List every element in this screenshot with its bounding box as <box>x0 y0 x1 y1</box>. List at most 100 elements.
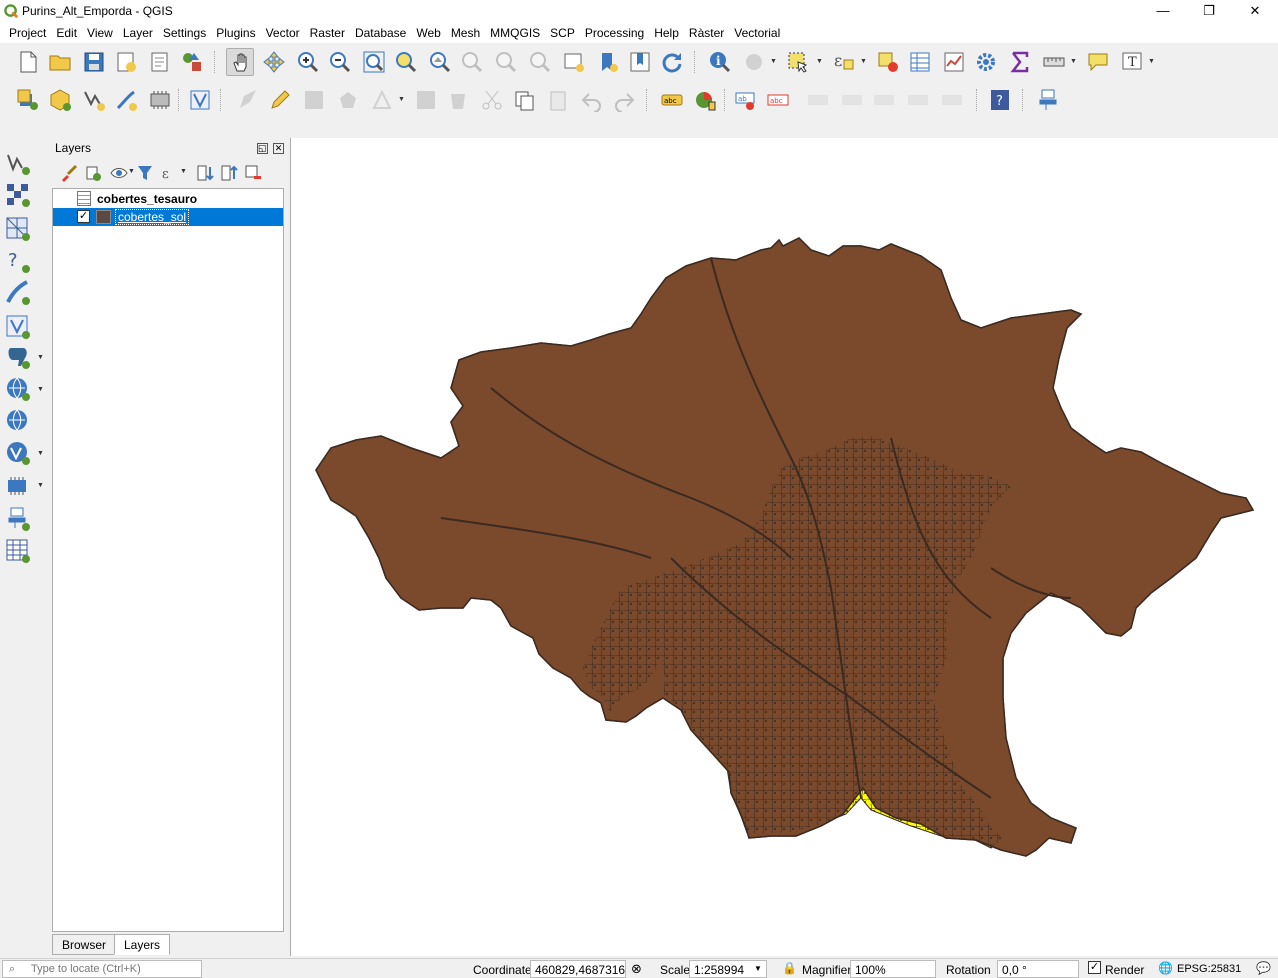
collapse-all-icon[interactable] <box>218 162 240 184</box>
add-postgis-icon[interactable] <box>5 344 35 372</box>
layout-manager-icon[interactable] <box>146 48 174 76</box>
tab-browser[interactable]: Browser <box>52 934 117 955</box>
paste-features-icon[interactable] <box>544 86 572 114</box>
refresh-icon[interactable] <box>658 48 686 76</box>
plugin-tool-icon[interactable] <box>1034 86 1062 114</box>
expand-all-icon[interactable] <box>194 162 216 184</box>
add-raster-layer-icon[interactable] <box>5 182 35 210</box>
menu-mesh[interactable]: Mesh <box>446 23 485 43</box>
pin-unpin-labels-icon[interactable]: abc <box>764 86 792 114</box>
menu-settings[interactable]: Settings <box>158 23 211 43</box>
locator-search-field[interactable]: ⌕ Type to locate (Ctrl+K) <box>2 960 202 978</box>
scale-dropdown-icon[interactable]: ▼ <box>754 964 762 973</box>
add-feature-icon[interactable] <box>334 86 362 114</box>
postgis-dropdown-icon[interactable]: ▼ <box>37 354 44 361</box>
remove-layer-icon[interactable] <box>242 162 264 184</box>
zoom-last-icon[interactable] <box>492 48 520 76</box>
tab-layers[interactable]: Layers <box>114 934 171 955</box>
action-dropdown-icon[interactable]: ▼ <box>770 58 778 66</box>
field-calculator-sum-icon[interactable] <box>1006 48 1034 76</box>
menu-vectorial[interactable]: Vectorial <box>729 23 785 43</box>
menu-web[interactable]: Web <box>411 23 445 43</box>
delete-selected-icon[interactable] <box>444 86 472 114</box>
pan-map-icon[interactable] <box>226 48 254 76</box>
undo-icon[interactable] <box>578 86 606 114</box>
toggle-extents-icon[interactable]: ⊗ <box>631 961 642 977</box>
add-arcgis-layer-icon[interactable] <box>5 506 35 534</box>
highlight-pinned-labels-icon[interactable]: ab <box>732 86 760 114</box>
copy-features-icon[interactable] <box>510 86 538 114</box>
menu-vector[interactable]: Vector <box>261 23 305 43</box>
new-bookmark-icon[interactable] <box>594 48 622 76</box>
label-properties-icon[interactable] <box>938 86 966 114</box>
map-canvas[interactable] <box>290 138 1278 956</box>
style-manager-icon[interactable] <box>178 48 206 76</box>
crs-globe-icon[interactable]: 🌐 <box>1158 961 1173 975</box>
expression-filter-dropdown-icon[interactable]: ▼ <box>180 168 188 176</box>
cut-features-icon[interactable] <box>478 86 506 114</box>
select-dropdown-icon[interactable]: ▼ <box>816 58 824 66</box>
menu-help[interactable]: Help <box>649 23 684 43</box>
map-tips-icon[interactable] <box>1084 48 1112 76</box>
add-mesh-layer-icon[interactable] <box>5 216 35 244</box>
menu-scp[interactable]: SCP <box>545 23 580 43</box>
save-project-icon[interactable] <box>80 48 108 76</box>
zoom-native-icon[interactable] <box>458 48 486 76</box>
annotation-dropdown-icon[interactable]: ▼ <box>1148 58 1156 66</box>
add-spatialite-icon[interactable] <box>5 280 35 308</box>
menu-layer[interactable]: Layer <box>118 23 158 43</box>
expression-dropdown-icon[interactable]: ▼ <box>860 58 868 66</box>
statistical-summary-icon[interactable] <box>940 48 968 76</box>
restore-button[interactable]: ❐ <box>1186 0 1232 23</box>
vertex-dropdown-icon[interactable]: ▼ <box>398 96 406 104</box>
new-virtual-layer-icon[interactable] <box>146 86 174 114</box>
menu-plugins[interactable]: Plugins <box>211 23 260 43</box>
new-geopackage-icon[interactable] <box>46 86 74 114</box>
vertex-tool-icon[interactable] <box>368 86 396 114</box>
add-delimited-text-icon[interactable]: ? <box>5 248 35 276</box>
wcs-dropdown-icon[interactable]: ▼ <box>37 450 44 457</box>
pan-to-selection-icon[interactable] <box>260 48 288 76</box>
zoom-to-selection-icon[interactable] <box>392 48 420 76</box>
add-vector-layer-icon[interactable] <box>5 150 35 178</box>
data-source-manager-icon[interactable] <box>14 86 42 114</box>
filter-by-expression-icon[interactable]: ε <box>158 162 180 184</box>
close-panel-icon[interactable]: ✕ <box>273 143 284 154</box>
filter-legend-icon[interactable] <box>134 162 156 184</box>
new-print-layout-icon[interactable] <box>112 48 140 76</box>
add-group-icon[interactable] <box>82 162 104 184</box>
rotation-spinbox[interactable]: 0,0 ° <box>997 960 1079 978</box>
layer-item-cobertes-tesauro[interactable]: cobertes_tesauro <box>53 190 283 208</box>
measure-line-icon[interactable] <box>1040 48 1068 76</box>
modify-attributes-icon[interactable] <box>412 86 440 114</box>
style-brush-icon[interactable] <box>58 162 80 184</box>
help-icon[interactable]: ? <box>986 86 1014 114</box>
lock-scale-icon[interactable]: 🔒 <box>782 961 797 975</box>
menu-mmqgis[interactable]: MMQGIS <box>485 23 545 43</box>
add-wms-layer-icon[interactable] <box>5 376 35 404</box>
minimize-button[interactable]: — <box>1140 0 1186 23</box>
add-table-layer-icon[interactable] <box>5 538 35 566</box>
menu-edit[interactable]: Edit <box>51 23 82 43</box>
menu-database[interactable]: Database <box>350 23 411 43</box>
redo-icon[interactable] <box>610 86 638 114</box>
layer-diagram-icon[interactable] <box>692 86 720 114</box>
select-features-icon[interactable] <box>784 48 812 76</box>
manage-visibility-icon[interactable] <box>108 162 130 184</box>
open-attribute-table-icon[interactable] <box>906 48 934 76</box>
menu-project[interactable]: Project <box>4 23 51 43</box>
zoom-full-icon[interactable] <box>360 48 388 76</box>
add-wcs-layer-icon[interactable] <box>5 440 35 468</box>
menu-processing[interactable]: Processing <box>580 23 649 43</box>
zoom-in-icon[interactable] <box>294 48 322 76</box>
current-edits-icon[interactable] <box>234 86 262 114</box>
layer-item-cobertes-sol[interactable]: ✓ cobertes_sol <box>53 208 283 226</box>
menu-view[interactable]: View <box>82 23 118 43</box>
wms-dropdown-icon[interactable]: ▼ <box>37 386 44 393</box>
move-label-icon[interactable] <box>838 86 866 114</box>
open-project-icon[interactable] <box>46 48 74 76</box>
menu-raster[interactable]: Raster <box>305 23 350 43</box>
menu-raster-ca[interactable]: Ràster <box>684 23 729 43</box>
change-label-icon[interactable] <box>904 86 932 114</box>
zoom-next-icon[interactable] <box>526 48 554 76</box>
